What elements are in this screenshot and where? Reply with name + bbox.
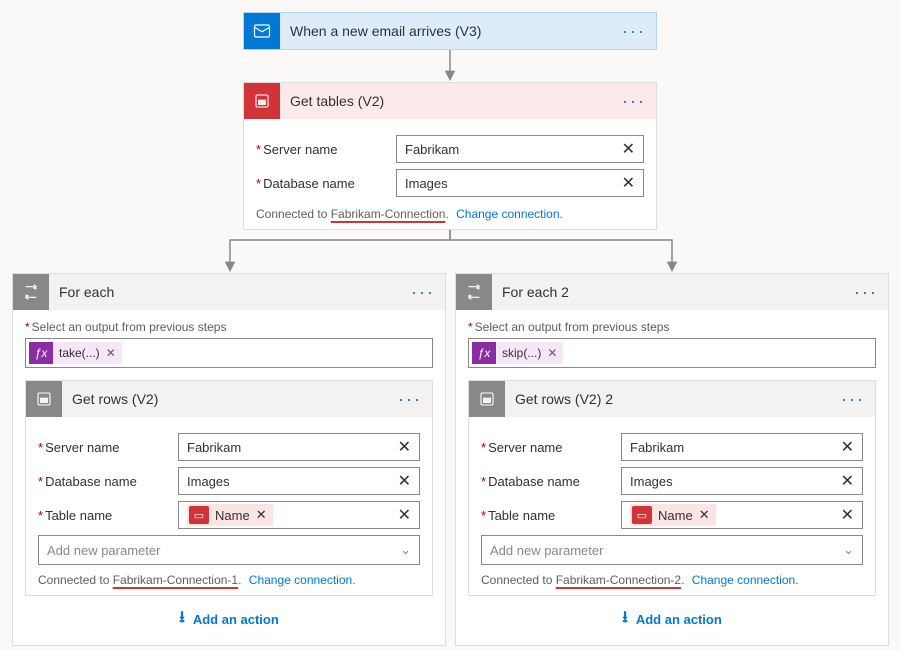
select-output-label: Select an output from previous steps <box>468 320 876 334</box>
server-name-label: Server name <box>481 440 609 455</box>
get-rows-1-card[interactable]: Get rows (V2) ··· Server name Fabrikam✕ … <box>25 380 433 596</box>
outlook-icon <box>244 13 280 49</box>
database-name-label: Database name <box>481 474 609 489</box>
more-icon[interactable]: ··· <box>622 91 646 112</box>
clear-icon[interactable]: ✕ <box>622 173 635 193</box>
sql-icon <box>244 83 280 119</box>
foreach-2-title: For each 2 <box>502 284 844 300</box>
clear-icon[interactable]: ✕ <box>622 139 635 159</box>
chevron-down-icon: ⌄ <box>843 542 854 558</box>
more-icon[interactable]: ··· <box>854 282 878 303</box>
loop-icon <box>456 274 492 310</box>
change-connection-link[interactable]: Change connection. <box>456 207 563 221</box>
more-icon[interactable]: ··· <box>841 389 865 410</box>
foreach-1-title: For each <box>59 284 401 300</box>
database-name-label: Database name <box>256 176 384 191</box>
database-name-input[interactable]: Images✕ <box>178 467 420 495</box>
server-name-label: Server name <box>256 142 384 157</box>
expression-token[interactable]: ƒx skip(...) ✕ <box>472 342 563 364</box>
remove-token-icon[interactable]: ✕ <box>256 507 267 523</box>
get-tables-title: Get tables (V2) <box>290 93 612 109</box>
connection-info: Connected to Fabrikam-Connection-1. Chan… <box>38 565 420 587</box>
get-rows-2-title: Get rows (V2) 2 <box>515 391 831 407</box>
foreach-2-card[interactable]: For each 2 ··· Select an output from pre… <box>455 273 889 646</box>
sql-icon: ▭ <box>189 506 209 524</box>
more-icon[interactable]: ··· <box>622 21 646 42</box>
remove-token-icon[interactable]: ✕ <box>547 346 563 360</box>
select-output-label: Select an output from previous steps <box>25 320 433 334</box>
sql-icon <box>26 381 62 417</box>
more-icon[interactable]: ··· <box>398 389 422 410</box>
clear-icon[interactable]: ✕ <box>398 505 411 525</box>
add-parameter-dropdown[interactable]: Add new parameter ⌄ <box>481 535 863 565</box>
database-name-input[interactable]: Images ✕ <box>396 169 644 197</box>
change-connection-link[interactable]: Change connection. <box>249 573 356 587</box>
more-icon[interactable]: ··· <box>411 282 435 303</box>
table-name-input[interactable]: ▭ Name ✕ ✕ <box>178 501 420 529</box>
trigger-card[interactable]: When a new email arrives (V3) ··· <box>243 12 657 50</box>
name-token[interactable]: ▭ Name ✕ <box>187 504 273 526</box>
server-name-input[interactable]: Fabrikam✕ <box>621 433 863 461</box>
database-name-input[interactable]: Images✕ <box>621 467 863 495</box>
clear-icon[interactable]: ✕ <box>841 437 854 457</box>
add-parameter-dropdown[interactable]: Add new parameter ⌄ <box>38 535 420 565</box>
select-output-input[interactable]: ƒx skip(...) ✕ <box>468 338 876 368</box>
fx-icon: ƒx <box>29 342 53 364</box>
get-tables-card[interactable]: Get tables (V2) ··· Server name Fabrikam… <box>243 82 657 230</box>
get-rows-1-title: Get rows (V2) <box>72 391 388 407</box>
server-name-input[interactable]: Fabrikam✕ <box>178 433 420 461</box>
get-rows-2-card[interactable]: Get rows (V2) 2 ··· Server name Fabrikam… <box>468 380 876 596</box>
clear-icon[interactable]: ✕ <box>841 505 854 525</box>
fx-icon: ƒx <box>472 342 496 364</box>
clear-icon[interactable]: ✕ <box>841 471 854 491</box>
connection-info: Connected to Fabrikam-Connection. Change… <box>256 203 644 221</box>
foreach-1-card[interactable]: For each ··· Select an output from previ… <box>12 273 446 646</box>
trigger-title: When a new email arrives (V3) <box>290 23 612 39</box>
select-output-input[interactable]: ƒx take(...) ✕ <box>25 338 433 368</box>
expression-token[interactable]: ƒx take(...) ✕ <box>29 342 122 364</box>
table-name-label: Table name <box>481 508 609 523</box>
remove-token-icon[interactable]: ✕ <box>106 346 122 360</box>
database-name-label: Database name <box>38 474 166 489</box>
add-action-icon: ⭳ <box>179 606 185 633</box>
connection-info: Connected to Fabrikam-Connection-2. Chan… <box>481 565 863 587</box>
table-name-input[interactable]: ▭ Name ✕ ✕ <box>621 501 863 529</box>
server-name-input[interactable]: Fabrikam ✕ <box>396 135 644 163</box>
table-name-label: Table name <box>38 508 166 523</box>
remove-token-icon[interactable]: ✕ <box>699 507 710 523</box>
add-action-button[interactable]: ⭳ Add an action <box>468 596 876 639</box>
sql-icon <box>469 381 505 417</box>
sql-icon: ▭ <box>632 506 652 524</box>
clear-icon[interactable]: ✕ <box>398 471 411 491</box>
server-name-label: Server name <box>38 440 166 455</box>
loop-icon <box>13 274 49 310</box>
change-connection-link[interactable]: Change connection. <box>692 573 799 587</box>
add-action-button[interactable]: ⭳ Add an action <box>25 596 433 639</box>
clear-icon[interactable]: ✕ <box>398 437 411 457</box>
name-token[interactable]: ▭ Name ✕ <box>630 504 716 526</box>
add-action-icon: ⭳ <box>622 606 628 633</box>
chevron-down-icon: ⌄ <box>400 542 411 558</box>
